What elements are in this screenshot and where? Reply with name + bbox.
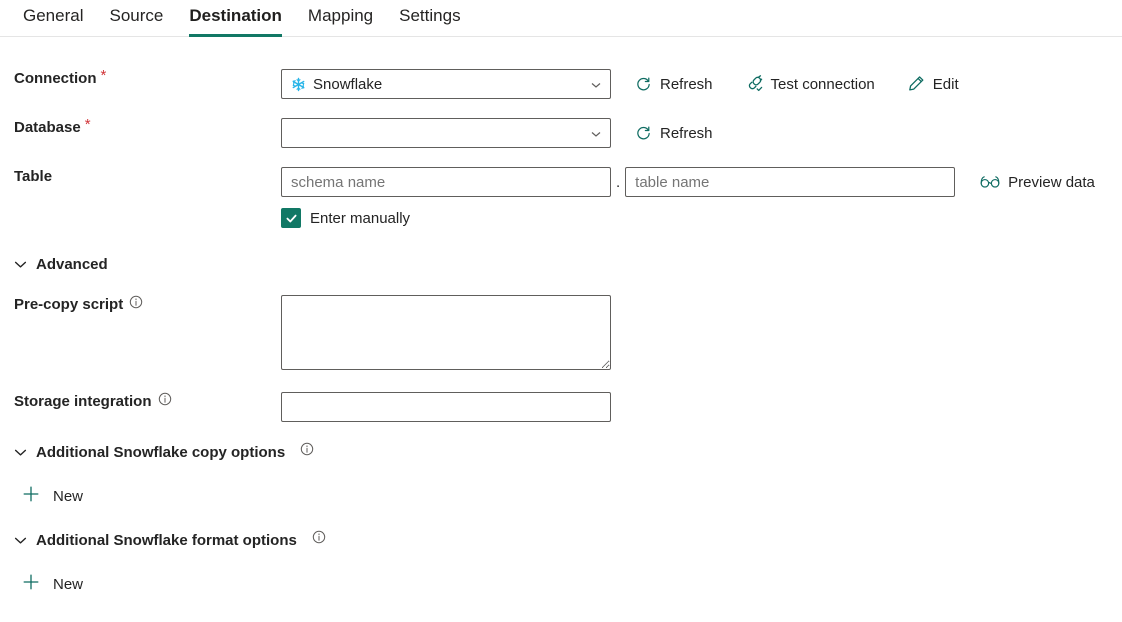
format-options-new-label: New [53, 575, 84, 593]
connection-label-text: Connection [14, 70, 97, 87]
connection-label: Connection * [0, 67, 281, 89]
chevron-down-icon [14, 446, 27, 459]
chevron-down-icon [590, 78, 602, 90]
copy-options-new-button[interactable]: New [0, 485, 83, 507]
info-icon[interactable] [300, 442, 314, 456]
tab-mapping[interactable]: Mapping [295, 0, 386, 36]
glasses-icon [980, 175, 1000, 189]
chevron-down-icon [14, 258, 27, 271]
advanced-section-header[interactable]: Advanced [0, 256, 1122, 273]
pre-copy-script-row: Pre-copy script [0, 295, 1122, 370]
plug-check-icon [745, 75, 763, 93]
connection-refresh-label: Refresh [660, 75, 713, 93]
copy-options-section-label: Additional Snowflake copy options [36, 444, 286, 461]
table-name-input[interactable] [625, 167, 956, 197]
table-label-text: Table [14, 168, 53, 185]
tab-destination[interactable]: Destination [176, 0, 295, 37]
storage-integration-row: Storage integration [0, 392, 1122, 422]
snowflake-icon [291, 77, 306, 92]
database-label-text: Database [14, 119, 81, 136]
pencil-icon [907, 75, 925, 93]
connection-value: Snowflake [313, 75, 383, 93]
chevron-down-icon [14, 534, 27, 547]
tab-settings[interactable]: Settings [386, 0, 473, 36]
info-icon[interactable] [129, 295, 143, 309]
info-icon[interactable] [312, 530, 326, 544]
test-connection-label: Test connection [770, 75, 875, 93]
database-required-asterisk: * [84, 116, 91, 133]
refresh-icon [635, 125, 652, 142]
storage-integration-label: Storage integration [0, 392, 281, 412]
info-icon[interactable] [158, 392, 172, 406]
connection-refresh-button[interactable]: Refresh [629, 72, 719, 97]
pre-copy-script-input[interactable] [281, 295, 611, 370]
storage-integration-input[interactable] [281, 392, 611, 422]
connection-required-asterisk: * [100, 67, 107, 84]
enter-manually-checkbox-row[interactable]: Enter manually [281, 208, 1101, 228]
format-options-section-header[interactable]: Additional Snowflake format options [0, 530, 1122, 549]
tab-bar: General Source Destination Mapping Setti… [0, 0, 1122, 37]
edit-connection-button[interactable]: Edit [901, 71, 965, 97]
destination-form: Connection * Snowflake Refresh Test conn… [0, 37, 1122, 596]
preview-data-button[interactable]: Preview data [974, 170, 1101, 195]
plus-icon [22, 573, 40, 595]
edit-connection-label: Edit [932, 75, 959, 93]
database-refresh-label: Refresh [660, 124, 713, 142]
database-label: Database * [0, 116, 281, 138]
format-options-new-button[interactable]: New [0, 573, 83, 595]
refresh-icon [635, 76, 652, 93]
tab-source[interactable]: Source [96, 0, 176, 36]
connection-dropdown[interactable]: Snowflake [281, 69, 611, 99]
table-row: Table . Preview [0, 167, 1122, 228]
storage-integration-label-text: Storage integration [14, 393, 152, 410]
preview-data-label: Preview data [1008, 173, 1095, 191]
database-refresh-button[interactable]: Refresh [629, 121, 719, 146]
pre-copy-script-label: Pre-copy script [0, 295, 281, 315]
test-connection-button[interactable]: Test connection [739, 71, 881, 97]
connection-row: Connection * Snowflake Refresh Test conn… [0, 67, 1122, 99]
database-dropdown[interactable] [281, 118, 611, 148]
advanced-section-label: Advanced [36, 256, 108, 273]
enter-manually-checkbox[interactable] [281, 208, 301, 228]
enter-manually-label: Enter manually [310, 209, 411, 227]
table-separator: . [616, 173, 621, 191]
copy-options-new-label: New [53, 487, 84, 505]
table-label: Table [0, 167, 281, 187]
chevron-down-icon [590, 127, 602, 139]
format-options-section-label: Additional Snowflake format options [36, 532, 297, 549]
plus-icon [22, 485, 40, 507]
database-row: Database * Refresh [0, 116, 1122, 148]
tab-general[interactable]: General [10, 0, 96, 36]
schema-name-input[interactable] [281, 167, 611, 197]
copy-options-section-header[interactable]: Additional Snowflake copy options [0, 442, 1122, 461]
pre-copy-script-label-text: Pre-copy script [14, 296, 124, 313]
